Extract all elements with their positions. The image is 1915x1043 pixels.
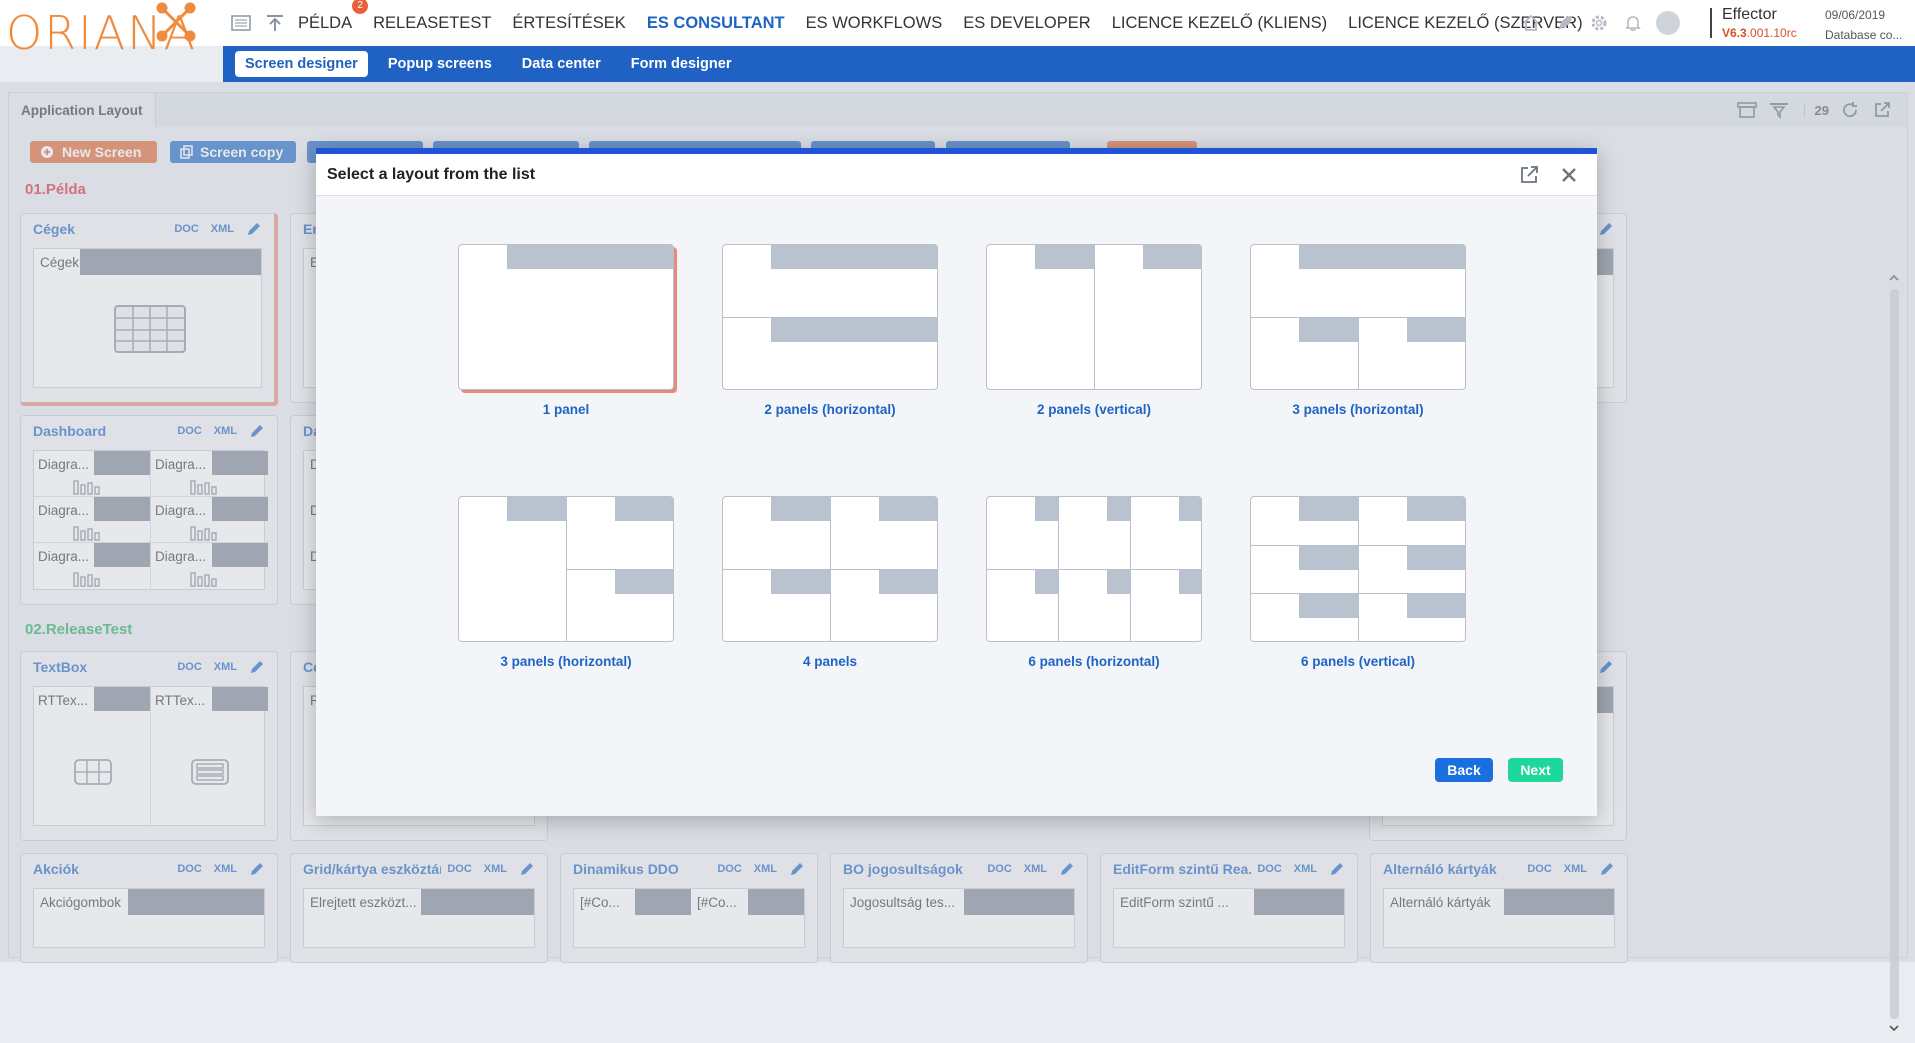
dialog-title: Select a layout from the list [327, 165, 536, 183]
layout-option-6-panels-vertical[interactable]: 6 panels (vertical) [1248, 496, 1468, 669]
layout-thumbnail[interactable] [986, 244, 1202, 390]
layout-option-label[interactable]: 3 panels (horizontal) [456, 654, 676, 669]
panel-header-bar [1299, 497, 1358, 521]
home-icon[interactable] [1520, 12, 1542, 34]
top-bar: ORIANA PÉLDA 2 RELEASETEST ÉRTESÍTÉSEK ES… [0, 0, 1915, 60]
layout-thumbnail[interactable] [458, 244, 674, 390]
panel-header-bar [1407, 546, 1465, 570]
rocket-icon[interactable] [1554, 12, 1576, 34]
version-main: V6.3 [1722, 26, 1747, 40]
panel-header-bar [1407, 497, 1465, 521]
divider [1710, 8, 1712, 38]
panel-header-bar [1299, 245, 1465, 269]
close-icon[interactable] [1557, 163, 1581, 187]
app-name: Effector [1722, 6, 1777, 23]
database-label: Database co... [1825, 28, 1903, 42]
layout-option-label[interactable]: 6 panels (vertical) [1248, 654, 1468, 669]
layout-option-label[interactable]: 3 panels (horizontal) [1248, 402, 1468, 417]
layout-select-dialog: Select a layout from the list 1 panel 2 … [316, 148, 1597, 816]
layout-thumbnail[interactable] [1250, 496, 1466, 642]
layout-option-6-panels-horizontal[interactable]: 6 panels (horizontal) [984, 496, 1204, 669]
panel-header-bar [1407, 318, 1465, 342]
panel-header-bar [1299, 546, 1358, 570]
panel-header-bar [1299, 318, 1358, 342]
tab-popup-screens[interactable]: Popup screens [378, 51, 502, 77]
next-button[interactable]: Next [1508, 758, 1563, 782]
layout-option-4-panels[interactable]: 4 panels [720, 496, 940, 669]
panel-header-bar [1107, 570, 1130, 594]
layout-option-3-panels-horizontal[interactable]: 3 panels (horizontal) [1248, 244, 1468, 417]
app-version: V6.3.001.10rc [1722, 26, 1822, 40]
panel-header-bar [1143, 245, 1201, 269]
panel-divider [1358, 497, 1359, 641]
panel-header-bar [615, 497, 673, 521]
panel-header-bar [615, 570, 673, 594]
main-nav: PÉLDA 2 RELEASETEST ÉRTESÍTÉSEK ES CONSUL… [230, 0, 1604, 46]
menu-list-icon[interactable] [230, 12, 252, 34]
date-info: 09/06/2019 Database co... [1825, 8, 1913, 42]
date: 09/06/2019 [1825, 8, 1886, 22]
panel-header-bar [771, 318, 937, 342]
layout-option-2-panels-vertical[interactable]: 2 panels (vertical) [984, 244, 1204, 417]
layout-thumbnail[interactable] [986, 496, 1202, 642]
popout-icon[interactable] [1517, 163, 1541, 187]
nav-item-es-workflows[interactable]: ES WORKFLOWS [806, 14, 943, 33]
layout-thumbnail[interactable] [722, 496, 938, 642]
layout-option-label[interactable]: 6 panels (horizontal) [984, 654, 1204, 669]
panel-header-bar [879, 497, 937, 521]
panel-header-bar [507, 497, 566, 521]
nav-item-es-developer[interactable]: ES DEVELOPER [963, 14, 1090, 33]
panel-divider [987, 569, 1201, 570]
tab-data-center[interactable]: Data center [512, 51, 611, 77]
tab-screen-designer[interactable]: Screen designer [235, 51, 368, 77]
layout-option-label[interactable]: 1 panel [456, 402, 676, 417]
panel-header-bar [771, 570, 830, 594]
top-right-icons [1520, 8, 1680, 38]
layout-option-1-panel[interactable]: 1 panel [456, 244, 676, 417]
panel-header-bar [1299, 594, 1358, 618]
panel-header-bar [771, 245, 937, 269]
layout-option-3-panels-horizontal-alt[interactable]: 3 panels (horizontal) [456, 496, 676, 669]
panel-header-bar [1179, 570, 1201, 594]
app-info: Effector V6.3.001.10rc [1722, 6, 1822, 40]
panel-header-bar [1035, 497, 1058, 521]
back-button[interactable]: Back [1435, 758, 1493, 782]
layout-option-2-panels-horizontal[interactable]: 2 panels (horizontal) [720, 244, 940, 417]
nav-item-label: PÉLDA [298, 13, 353, 32]
panel-header-bar [1035, 245, 1094, 269]
tab-form-designer[interactable]: Form designer [621, 51, 742, 77]
bell-icon[interactable] [1622, 12, 1644, 34]
layout-option-label[interactable]: 4 panels [720, 654, 940, 669]
panel-header-bar [1179, 497, 1201, 521]
scroll-down-icon[interactable] [1887, 1023, 1901, 1033]
panel-header-bar [507, 245, 673, 269]
nav-item-licence-kliens[interactable]: LICENCE KEZELŐ (KLIENS) [1112, 14, 1327, 33]
panel-divider [1358, 317, 1359, 389]
gear-icon[interactable] [1588, 12, 1610, 34]
logo-mark-icon [156, 2, 196, 42]
notification-badge: 2 [352, 0, 369, 14]
panel-header-bar [1407, 594, 1465, 618]
panel-header-bar [1035, 570, 1058, 594]
layout-option-label[interactable]: 2 panels (vertical) [984, 402, 1204, 417]
dialog-header: Select a layout from the list [316, 154, 1597, 196]
sub-nav: Screen designer Popup screens Data cente… [223, 46, 1915, 82]
nav-item-releasetest[interactable]: RELEASETEST [373, 14, 491, 33]
nav-item-es-consultant[interactable]: ES CONSULTANT [647, 14, 785, 33]
layout-option-label[interactable]: 2 panels (horizontal) [720, 402, 940, 417]
layout-thumbnail[interactable] [1250, 244, 1466, 390]
user-avatar[interactable] [1656, 11, 1680, 35]
layout-thumbnail[interactable] [458, 496, 674, 642]
oriana-logo[interactable]: ORIANA [6, 2, 196, 62]
upload-icon[interactable] [264, 12, 286, 34]
panel-divider [1094, 245, 1095, 389]
panel-header-bar [771, 497, 830, 521]
version-rest: .001.10rc [1746, 26, 1797, 40]
panel-header-bar [879, 570, 937, 594]
nav-item-pelda[interactable]: PÉLDA 2 [298, 0, 369, 33]
layout-thumbnail[interactable] [722, 244, 938, 390]
panel-header-bar [1107, 497, 1130, 521]
nav-item-ertesitesek[interactable]: ÉRTESÍTÉSEK [512, 14, 625, 33]
